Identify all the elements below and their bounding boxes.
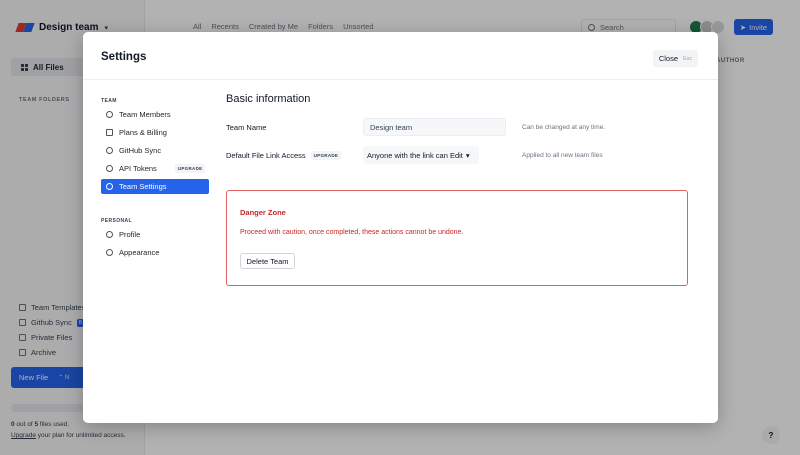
nav-item-label: Team Members bbox=[119, 110, 171, 119]
link-access-value: Anyone with the link can Edit bbox=[367, 150, 463, 160]
team-name-label: Team Name bbox=[226, 122, 267, 132]
team-name-row: Team Name Can be changed at any time. bbox=[226, 118, 688, 136]
settings-content: Basic information Team Name Can be chang… bbox=[226, 92, 688, 286]
nav-item-profile[interactable]: Profile bbox=[101, 227, 209, 242]
nav-item-label: Profile bbox=[119, 230, 141, 239]
nav-section-personal: PERSONAL bbox=[101, 218, 132, 224]
modal-title: Settings bbox=[101, 51, 147, 63]
nav-item-label: GitHub Sync bbox=[119, 146, 162, 155]
close-button[interactable]: Close Esc bbox=[653, 50, 698, 67]
nav-section-team: TEAM bbox=[101, 98, 117, 104]
delete-team-button[interactable]: Delete Team bbox=[240, 253, 295, 269]
users-icon bbox=[106, 111, 113, 118]
nav-item-team-members[interactable]: Team Members bbox=[101, 107, 209, 122]
team-name-hint: Can be changed at any time. bbox=[522, 123, 606, 131]
nav-item-appearance[interactable]: Appearance bbox=[101, 245, 209, 260]
chevron-down-icon: ▾ bbox=[465, 150, 470, 160]
link-access-select[interactable]: Anyone with the link can Edit ▾ bbox=[363, 146, 479, 164]
link-access-row: Default File Link Access UPGRADE Anyone … bbox=[226, 146, 688, 164]
link-access-label: Default File Link Access bbox=[226, 150, 306, 160]
nav-item-label: Plans & Billing bbox=[119, 128, 167, 137]
section-title: Basic information bbox=[226, 93, 311, 105]
close-shortcut: Esc bbox=[683, 55, 693, 62]
settings-nav: TEAM Team Members Plans & Billing GitHub… bbox=[101, 95, 209, 263]
danger-zone-warning: Proceed with caution, once completed, th… bbox=[240, 229, 464, 236]
modal-header: Settings Close Esc bbox=[83, 32, 718, 80]
link-access-hint: Applied to all new team files bbox=[522, 151, 603, 159]
gear-icon bbox=[106, 183, 113, 190]
danger-zone-title: Danger Zone bbox=[240, 208, 286, 217]
danger-zone: Danger Zone Proceed with caution, once c… bbox=[226, 190, 688, 286]
nav-item-label: Team Settings bbox=[119, 182, 167, 191]
nav-item-team-settings[interactable]: Team Settings bbox=[101, 179, 209, 194]
user-circle-icon bbox=[106, 231, 113, 238]
settings-modal: Settings Close Esc TEAM Team Members Pla… bbox=[83, 32, 718, 423]
team-name-field[interactable] bbox=[363, 118, 506, 136]
nav-item-plans-billing[interactable]: Plans & Billing bbox=[101, 125, 209, 140]
nav-item-github-sync[interactable]: GitHub Sync bbox=[101, 143, 209, 158]
receipt-icon bbox=[106, 129, 113, 136]
key-icon bbox=[106, 165, 113, 172]
nav-item-label: API Tokens bbox=[119, 164, 157, 173]
nav-item-label: Appearance bbox=[119, 248, 160, 257]
link-access-label-group: Default File Link Access UPGRADE bbox=[226, 150, 363, 160]
upgrade-badge: UPGRADE bbox=[310, 150, 342, 160]
close-label: Close bbox=[658, 54, 678, 63]
nav-item-api-tokens[interactable]: API Tokens UPGRADE bbox=[101, 161, 209, 176]
github-icon bbox=[106, 147, 113, 154]
upgrade-badge: UPGRADE bbox=[174, 164, 206, 173]
eye-icon bbox=[106, 249, 113, 256]
